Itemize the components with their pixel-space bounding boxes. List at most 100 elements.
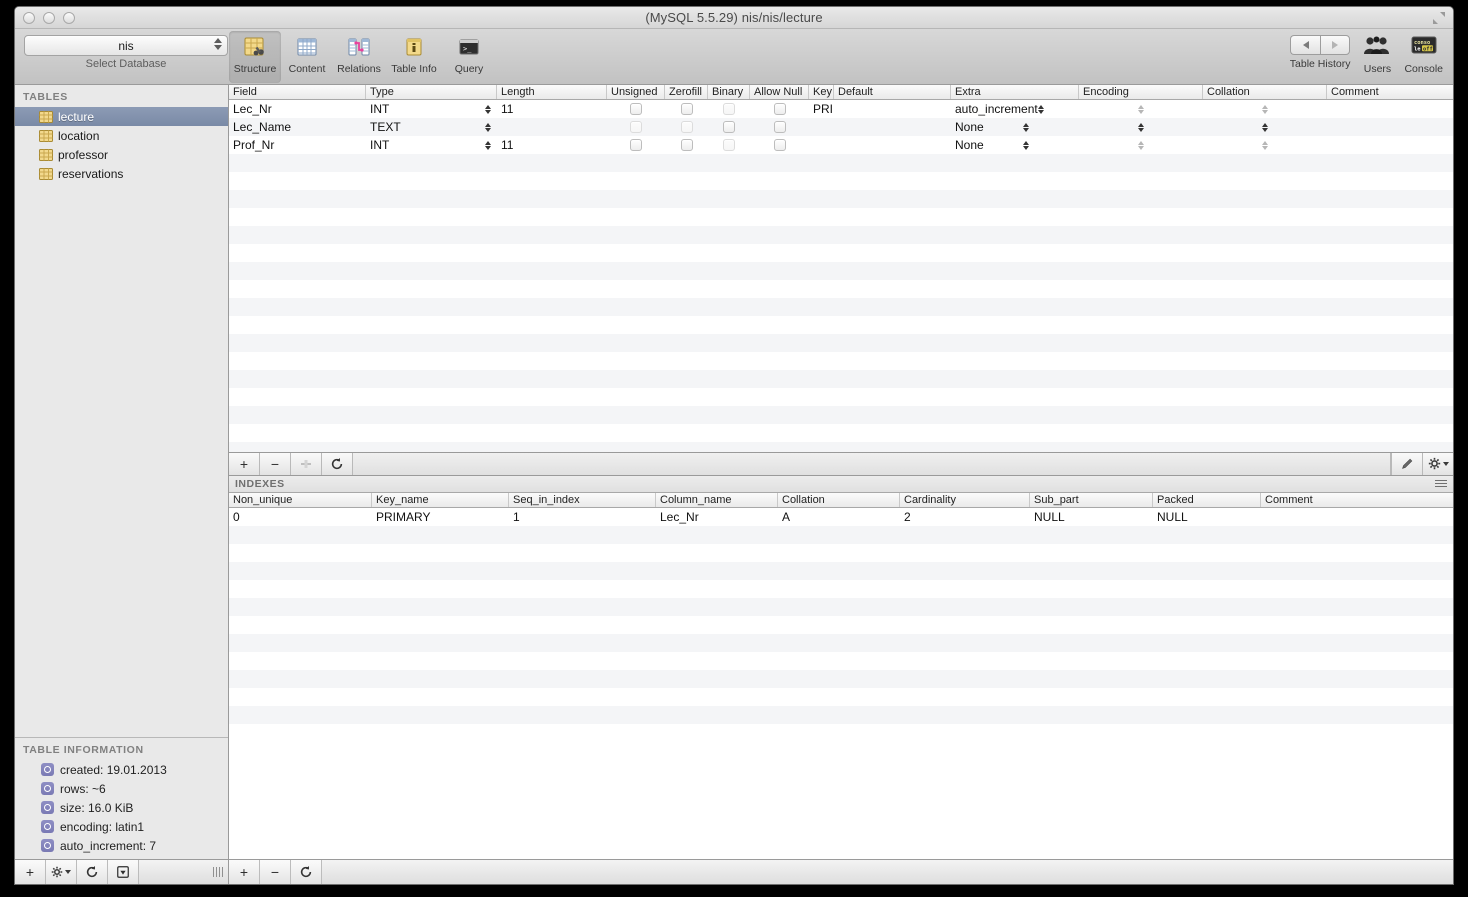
- cell-type[interactable]: TEXT: [366, 118, 497, 136]
- cell-field[interactable]: Lec_Name: [229, 118, 366, 136]
- cell-unsigned[interactable]: [607, 100, 665, 118]
- resize-grip[interactable]: [213, 867, 223, 877]
- cell-zerofill[interactable]: [665, 100, 708, 118]
- table-gear-button[interactable]: [46, 860, 77, 884]
- structure-col-binary[interactable]: Binary: [708, 85, 750, 99]
- stepper-icon[interactable]: [1023, 140, 1029, 150]
- cell-comment[interactable]: [1327, 100, 1453, 118]
- cell-zerofill[interactable]: [665, 118, 708, 136]
- index-col-non_unique[interactable]: Non_unique: [229, 492, 372, 507]
- cell-extra[interactable]: None: [951, 136, 1079, 154]
- structure-col-unsigned[interactable]: Unsigned: [607, 85, 665, 99]
- cell-collation[interactable]: [1203, 100, 1327, 118]
- index-cell-comment[interactable]: [1261, 508, 1441, 526]
- cell-default[interactable]: [834, 100, 951, 118]
- cell-default[interactable]: [834, 136, 951, 154]
- structure-row[interactable]: Prof_Nr INT 11 None: [229, 136, 1453, 154]
- index-cell-cardinality[interactable]: 2: [900, 508, 1030, 526]
- cell-type[interactable]: INT: [366, 100, 497, 118]
- remove-index-button[interactable]: −: [260, 860, 291, 884]
- stepper-icon[interactable]: [1262, 122, 1268, 132]
- users-group[interactable]: Users: [1356, 31, 1398, 75]
- refresh-fields-button[interactable]: [322, 452, 353, 475]
- index-col-seq_in_index[interactable]: Seq_in_index: [509, 492, 656, 507]
- indexes-header-row[interactable]: Non_unique Key_name Seq_in_index Column_nam…: [229, 492, 1453, 508]
- index-col-comment[interactable]: Comment: [1261, 493, 1441, 507]
- hamburger-icon[interactable]: [1435, 480, 1447, 487]
- checkbox[interactable]: [723, 139, 735, 151]
- cell-extra[interactable]: auto_increment: [951, 100, 1079, 118]
- structure-col-comment[interactable]: Comment: [1327, 85, 1453, 99]
- sidebar-table-location[interactable]: location: [15, 126, 228, 145]
- cell-collation[interactable]: [1203, 118, 1327, 136]
- checkbox[interactable]: [680, 139, 693, 151]
- checkbox[interactable]: [680, 103, 693, 115]
- cell-unsigned[interactable]: [607, 118, 665, 136]
- stepper-icon[interactable]: [485, 122, 491, 132]
- structure-row[interactable]: Lec_Name TEXT None: [229, 118, 1453, 136]
- index-col-column_name[interactable]: Column_name: [656, 492, 778, 507]
- add-index-button[interactable]: +: [229, 860, 260, 884]
- tab-relations[interactable]: Relations: [333, 31, 385, 83]
- cell-key[interactable]: [809, 136, 834, 154]
- cell-length[interactable]: [497, 118, 607, 136]
- stepper-icon[interactable]: [1138, 140, 1144, 150]
- tab-query[interactable]: >_ Query: [443, 31, 495, 83]
- stepper-icon[interactable]: [1262, 104, 1268, 114]
- minimize-button[interactable]: [43, 12, 55, 24]
- index-cell-non_unique[interactable]: 0: [229, 508, 372, 526]
- cell-encoding[interactable]: [1079, 136, 1203, 154]
- table-history-segmented[interactable]: [1290, 35, 1351, 55]
- zoom-button[interactable]: [63, 12, 75, 24]
- cell-comment[interactable]: [1327, 136, 1453, 154]
- index-cell-column_name[interactable]: Lec_Nr: [656, 508, 778, 526]
- structure-col-zerofill[interactable]: Zerofill: [665, 85, 708, 99]
- fullscreen-icon[interactable]: [1431, 10, 1447, 26]
- add-field-button[interactable]: +: [229, 452, 260, 475]
- index-cell-key_name[interactable]: PRIMARY: [372, 508, 509, 526]
- cell-allownull[interactable]: [750, 100, 809, 118]
- console-group[interactable]: conso le off Console: [1398, 31, 1449, 75]
- checkbox[interactable]: [630, 121, 642, 133]
- stepper-icon[interactable]: [1138, 122, 1144, 132]
- structure-col-allownull[interactable]: Allow Null: [750, 85, 809, 99]
- toggle-table-info-button[interactable]: [108, 860, 139, 884]
- index-cell-sub_part[interactable]: NULL: [1030, 508, 1153, 526]
- cell-collation[interactable]: [1203, 136, 1327, 154]
- history-forward-button[interactable]: [1320, 35, 1351, 55]
- history-back-button[interactable]: [1290, 35, 1321, 55]
- stepper-icon[interactable]: [1037, 104, 1044, 114]
- structure-col-encoding[interactable]: Encoding: [1079, 85, 1203, 99]
- structure-col-length[interactable]: Length: [497, 85, 607, 99]
- tab-table-info[interactable]: Table Info: [385, 31, 443, 83]
- tab-structure[interactable]: Structure: [229, 31, 281, 83]
- checkbox[interactable]: [630, 139, 642, 151]
- cell-zerofill[interactable]: [665, 136, 708, 154]
- stepper-icon[interactable]: [485, 104, 491, 114]
- stepper-icon[interactable]: [1262, 140, 1268, 150]
- stepper-icon[interactable]: [1138, 104, 1144, 114]
- sidebar-table-reservations[interactable]: reservations: [15, 164, 228, 183]
- sidebar-table-professor[interactable]: professor: [15, 145, 228, 164]
- close-button[interactable]: [23, 12, 35, 24]
- index-col-collation[interactable]: Collation: [778, 492, 900, 507]
- edit-field-button[interactable]: [1391, 452, 1422, 475]
- cell-key[interactable]: [809, 118, 834, 136]
- cell-encoding[interactable]: [1079, 118, 1203, 136]
- stepper-icon[interactable]: [1023, 122, 1029, 132]
- field-settings-button[interactable]: [1422, 452, 1453, 475]
- index-cell-packed[interactable]: NULL: [1153, 508, 1261, 526]
- refresh-indexes-button[interactable]: [291, 860, 322, 884]
- index-row[interactable]: 0 PRIMARY 1 Lec_Nr A 2 NULL NULL: [229, 508, 1453, 526]
- cell-extra[interactable]: None: [951, 118, 1079, 136]
- cell-binary[interactable]: [708, 118, 750, 136]
- cell-unsigned[interactable]: [607, 136, 665, 154]
- checkbox[interactable]: [630, 103, 642, 115]
- index-col-key_name[interactable]: Key_name: [372, 492, 509, 507]
- cell-allownull[interactable]: [750, 118, 809, 136]
- structure-table-body[interactable]: Lec_Nr INT 11 PRI auto_increment Lec_Name TEXT…: [229, 100, 1453, 452]
- index-col-packed[interactable]: Packed: [1153, 492, 1261, 507]
- cell-encoding[interactable]: [1079, 100, 1203, 118]
- checkbox[interactable]: [773, 121, 786, 133]
- cell-length[interactable]: 11: [497, 100, 607, 118]
